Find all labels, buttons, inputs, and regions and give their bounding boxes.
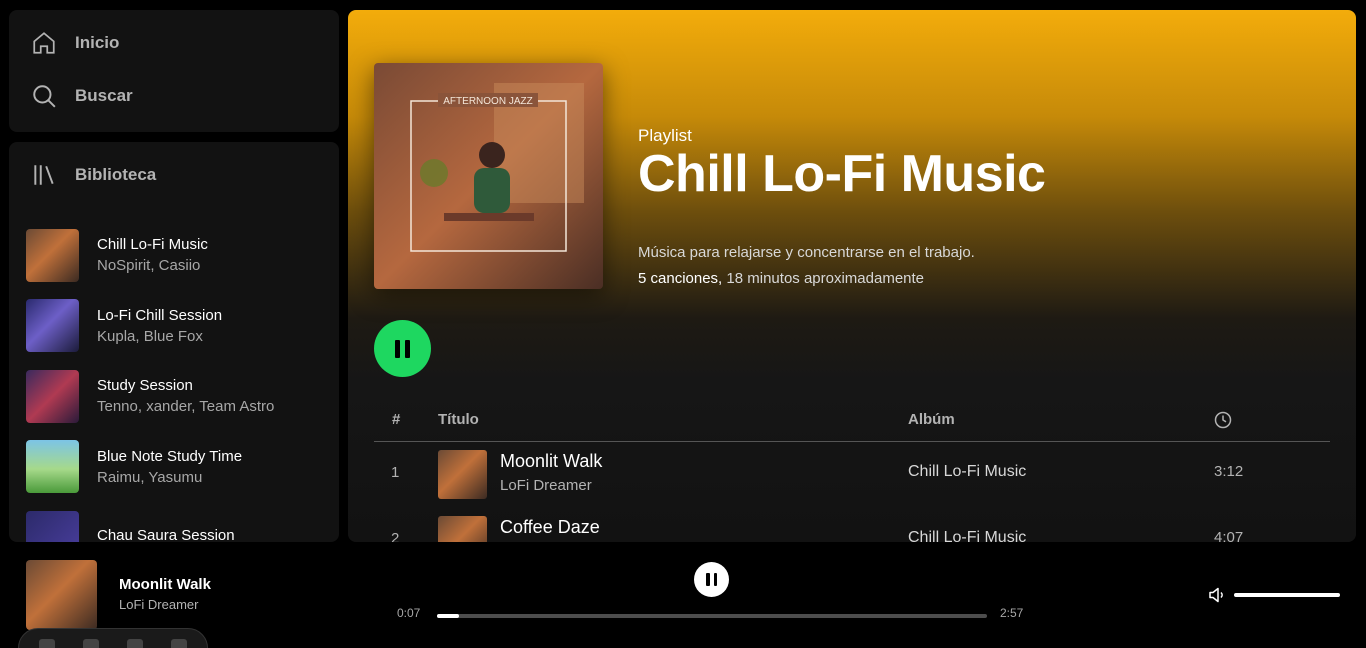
library-item-subtitle: Tenno, xander, Team Astro <box>97 398 275 416</box>
library-item-title: Chau Saura Session <box>97 526 235 542</box>
track-title[interactable]: Coffee Daze <box>500 517 600 538</box>
track-title[interactable]: Moonlit Walk <box>500 451 602 472</box>
toolbar-icon[interactable] <box>39 639 55 648</box>
bottom-toolbar <box>18 628 208 648</box>
playlist-song-count: 5 canciones, <box>638 270 723 287</box>
nav-panel: Inicio Buscar <box>9 10 339 132</box>
column-header-title: Título <box>438 411 479 428</box>
library-item-thumb <box>26 440 79 494</box>
track-thumb <box>438 450 487 499</box>
nav-search-label: Buscar <box>75 86 133 105</box>
search-icon <box>33 85 56 108</box>
now-playing-artist[interactable]: LoFi Dreamer <box>119 597 198 612</box>
library-item-subtitle: Raimu, Yasumu <box>97 468 203 486</box>
column-header-number: # <box>392 411 401 428</box>
library-item-subtitle: NoSpirit, Casiio <box>97 257 201 275</box>
library-item[interactable]: Blue Note Study Time Raimu, Yasumu <box>26 432 329 503</box>
now-playing-cover[interactable] <box>26 560 97 630</box>
total-time: 2:57 <box>1000 606 1024 620</box>
library-item-thumb <box>26 299 79 353</box>
track-number: 2 <box>391 530 400 542</box>
playlist-view: AFTERNOON JAZZ Playlist Chill Lo-Fi Musi… <box>348 10 1356 542</box>
player-pause-button[interactable] <box>694 562 729 597</box>
library-item-title: Chill Lo-Fi Music <box>97 236 208 254</box>
home-icon <box>33 32 55 54</box>
playlist-pause-button[interactable] <box>374 320 431 377</box>
cover-art: AFTERNOON JAZZ <box>374 63 603 289</box>
library-item-thumb <box>26 228 79 282</box>
track-thumb <box>438 516 487 542</box>
nav-search[interactable]: Buscar <box>31 83 133 109</box>
library-item[interactable]: Study Session Tenno, xander, Team Astro <box>26 361 329 432</box>
cover-title: AFTERNOON JAZZ <box>443 96 532 107</box>
progress-bar[interactable] <box>437 614 987 618</box>
toolbar-icon[interactable] <box>83 639 99 648</box>
pause-icon <box>706 573 717 586</box>
pause-icon <box>395 339 410 358</box>
library-item-thumb <box>26 369 79 423</box>
playlist-cover: AFTERNOON JAZZ <box>374 63 603 289</box>
clock-icon <box>1214 411 1232 429</box>
track-album[interactable]: Chill Lo-Fi Music <box>908 463 1026 481</box>
volume-slider[interactable] <box>1234 593 1340 597</box>
table-header-divider <box>374 441 1330 442</box>
nav-home[interactable]: Inicio <box>31 30 119 56</box>
library-icon <box>34 165 54 185</box>
library-panel: Biblioteca Chill Lo-Fi Music NoSpirit, C… <box>9 142 339 542</box>
library-header-label: Biblioteca <box>75 165 157 184</box>
library-item-title: Study Session <box>97 377 193 395</box>
track-artist[interactable]: LoFi Dreamer <box>500 477 592 494</box>
playlist-meta: 5 canciones, 18 minutos aproximadamente <box>638 270 924 287</box>
playlist-title: Chill Lo-Fi Music <box>638 145 1046 203</box>
library-item[interactable]: Chill Lo-Fi Music NoSpirit, Casiio <box>26 220 329 291</box>
track-row[interactable]: 2 Coffee Daze Chill Lo-Fi Music 4:07 <box>374 510 1330 542</box>
track-duration: 3:12 <box>1214 463 1244 480</box>
current-time: 0:07 <box>397 606 421 620</box>
library-item-title: Blue Note Study Time <box>97 447 243 465</box>
volume-icon[interactable] <box>1207 585 1227 605</box>
library-item[interactable]: Chau Saura Session <box>26 502 329 542</box>
toolbar-icon[interactable] <box>127 639 143 648</box>
library-list: Chill Lo-Fi Music NoSpirit, Casiio Lo-Fi… <box>26 220 329 542</box>
library-item-subtitle: Kupla, Blue Fox <box>97 327 203 345</box>
nav-home-label: Inicio <box>75 33 120 52</box>
playlist-description: Música para relajarse y concentrarse en … <box>638 244 975 261</box>
track-duration: 4:07 <box>1214 529 1244 542</box>
now-playing-title[interactable]: Moonlit Walk <box>119 576 211 593</box>
playlist-type-label: Playlist <box>638 126 692 145</box>
track-row[interactable]: 1 Moonlit Walk LoFi Dreamer Chill Lo-Fi … <box>374 444 1330 506</box>
track-album[interactable]: Chill Lo-Fi Music <box>908 529 1026 542</box>
playlist-duration: 18 minutos aproximadamente <box>726 270 925 287</box>
progress-fill <box>437 614 459 618</box>
track-number: 1 <box>391 464 400 481</box>
library-header[interactable]: Biblioteca <box>31 162 156 188</box>
column-header-album: Albúm <box>908 411 955 428</box>
library-item-title: Lo-Fi Chill Session <box>97 306 223 324</box>
toolbar-icon[interactable] <box>171 639 187 648</box>
library-item[interactable]: Lo-Fi Chill Session Kupla, Blue Fox <box>26 291 329 362</box>
library-item-thumb <box>26 510 79 542</box>
